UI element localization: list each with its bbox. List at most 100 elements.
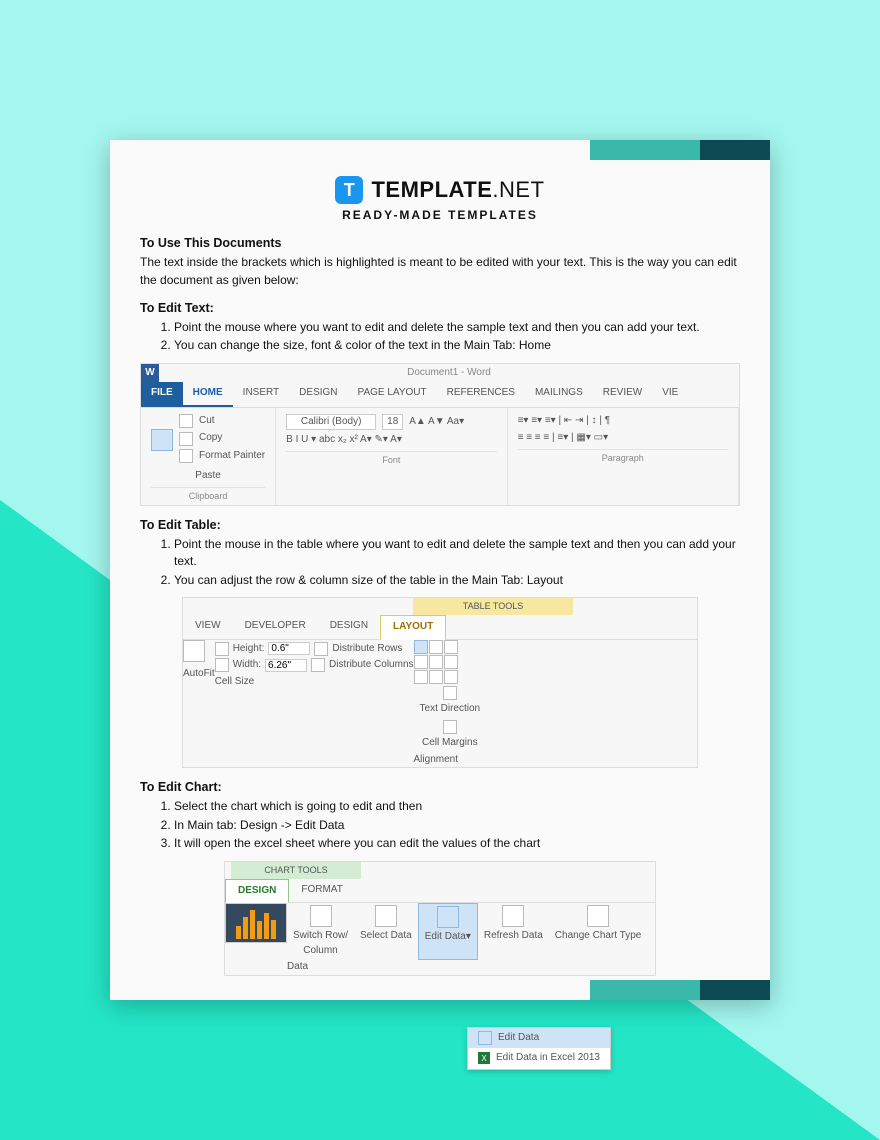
word-app-icon: W	[141, 364, 159, 382]
tab-table-design[interactable]: DESIGN	[318, 615, 380, 639]
autofit-label[interactable]: AutoFit	[183, 667, 215, 682]
list-item: Select the chart which is going to edit …	[174, 798, 740, 815]
align-buttons[interactable]: ≡ ≡ ≡ ≡ | ≡▾ | ▦▾ ▭▾	[518, 431, 728, 446]
switch-row-col-button[interactable]: Switch Row/ Column	[287, 903, 354, 960]
font-caption: Font	[286, 451, 496, 467]
tab-table-layout[interactable]: LAYOUT	[380, 615, 446, 640]
heading-edit-chart: To Edit Chart:	[140, 778, 740, 796]
data-caption: Data	[287, 960, 549, 975]
list-item: You can adjust the row & column size of …	[174, 572, 740, 589]
paste-label[interactable]: Paste	[151, 469, 265, 484]
font-name-select[interactable]: Calibri (Body)	[286, 414, 376, 431]
tab-mailings[interactable]: MAILINGS	[525, 382, 593, 407]
brand-suffix: .NET	[492, 177, 544, 202]
distribute-cols-icon[interactable]	[311, 658, 325, 672]
change-chart-type-button[interactable]: Change Chart Type	[549, 903, 648, 946]
distribute-rows-icon[interactable]	[314, 642, 328, 656]
heading-use: To Use This Documents	[140, 234, 740, 252]
font-group: Calibri (Body) 18 A▲ A▼ Aa▾ B I U ▾ abc …	[276, 408, 507, 505]
distribute-rows-label[interactable]: Distribute Rows	[332, 642, 402, 657]
format-painter-label[interactable]: Format Painter	[199, 449, 265, 464]
cut-label[interactable]: Cut	[199, 414, 215, 429]
brand-header: T TEMPLATE.NET READY-MADE TEMPLATES	[140, 176, 740, 222]
list-item: Point the mouse where you want to edit a…	[174, 319, 740, 336]
clipboard-group: Cut Copy Format Painter Paste Clipboard	[141, 408, 276, 505]
heading-edit-table: To Edit Table:	[140, 516, 740, 534]
paragraph-group: ≡▾ ≡▾ ≡▾ | ⇤ ⇥ | ↕ | ¶ ≡ ≡ ≡ ≡ | ≡▾ | ▦▾…	[508, 408, 739, 505]
cell-margins-button[interactable]: Cell Margins	[414, 718, 487, 753]
tab-home[interactable]: HOME	[183, 382, 233, 407]
chart-type-group: Change Chart Type	[549, 903, 648, 975]
refresh-data-button[interactable]: Refresh Data	[478, 903, 549, 960]
cell-size-group: Height: Distribute Rows Width: Distribut…	[215, 640, 414, 768]
select-data-button[interactable]: Select Data	[354, 903, 418, 960]
width-label: Width:	[233, 658, 261, 673]
alignment-group: Text Direction Cell Margins Alignment	[414, 640, 487, 768]
tab-view[interactable]: VIE	[652, 382, 688, 407]
edit-text-steps: Point the mouse where you want to edit a…	[174, 319, 740, 355]
table-tools-context: TABLE TOOLS	[413, 598, 573, 615]
list-item: It will open the excel sheet where you c…	[174, 835, 740, 852]
chart-tools-context: CHART TOOLS	[231, 862, 361, 879]
autofit-icon[interactable]	[183, 640, 205, 662]
chart-style-thumb[interactable]	[225, 903, 287, 943]
list-buttons[interactable]: ≡▾ ≡▾ ≡▾ | ⇤ ⇥ | ↕ | ¶	[518, 414, 728, 429]
font-style-buttons[interactable]: B I U ▾ abc x₂ x² A▾ ✎▾ A▾	[286, 433, 496, 448]
cut-icon[interactable]	[179, 414, 193, 428]
paste-icon[interactable]	[151, 429, 173, 451]
font-size-select[interactable]: 18	[382, 414, 403, 431]
edit-table-steps: Point the mouse in the table where you w…	[174, 536, 740, 589]
copy-icon[interactable]	[179, 432, 193, 446]
word-home-ribbon: W Document1 - Word FILE HOME INSERT DESI…	[140, 363, 740, 506]
chart-styles-group	[225, 903, 287, 975]
document-page: T TEMPLATE.NET READY-MADE TEMPLATES To U…	[110, 140, 770, 1000]
edit-data-menu: Edit Data XEdit Data in Excel 2013	[467, 1027, 611, 1070]
edit-data-excel-menu-item[interactable]: XEdit Data in Excel 2013	[468, 1048, 610, 1069]
tab-page-layout[interactable]: PAGE LAYOUT	[348, 382, 437, 407]
edit-data-button[interactable]: Edit Data▾	[418, 903, 478, 960]
text-direction-button[interactable]: Text Direction	[414, 684, 487, 719]
excel-icon: X	[478, 1052, 490, 1064]
autofit-group: AutoFit	[183, 640, 215, 768]
tab-view2[interactable]: VIEW	[183, 615, 233, 639]
tab-developer[interactable]: DEVELOPER	[233, 615, 318, 639]
intro-text: The text inside the brackets which is hi…	[140, 254, 740, 289]
format-painter-icon[interactable]	[179, 449, 193, 463]
edit-data-menu-item[interactable]: Edit Data	[468, 1028, 610, 1049]
edit-data-icon	[478, 1031, 492, 1045]
tab-review[interactable]: REVIEW	[593, 382, 652, 407]
col-width-icon	[215, 658, 229, 672]
heading-edit-text: To Edit Text:	[140, 299, 740, 317]
tab-design[interactable]: DESIGN	[289, 382, 347, 407]
tab-file[interactable]: FILE	[141, 382, 183, 407]
tab-insert[interactable]: INSERT	[233, 382, 290, 407]
width-input[interactable]	[265, 659, 307, 672]
brand-name: TEMPLATE	[371, 177, 492, 202]
brand-icon: T	[335, 176, 363, 204]
font-grow-shrink[interactable]: A▲ A▼ Aa▾	[409, 415, 464, 430]
tab-chart-format[interactable]: FORMAT	[289, 879, 354, 903]
cell-size-caption: Cell Size	[215, 675, 414, 690]
bottom-accent	[590, 980, 770, 1000]
tab-references[interactable]: REFERENCES	[437, 382, 525, 407]
alignment-caption: Alignment	[414, 753, 487, 768]
brand-subtitle: READY-MADE TEMPLATES	[140, 208, 740, 222]
height-input[interactable]	[268, 642, 310, 655]
word-chart-ribbon: CHART TOOLS DESIGN FORMAT Switch Row/ Co…	[224, 861, 656, 976]
height-label: Height:	[233, 642, 265, 657]
list-item: You can change the size, font & color of…	[174, 337, 740, 354]
distribute-cols-label[interactable]: Distribute Columns	[329, 658, 413, 673]
tab-chart-design[interactable]: DESIGN	[225, 879, 289, 904]
clipboard-caption: Clipboard	[151, 487, 265, 503]
word-table-ribbon: TABLE TOOLS VIEW DEVELOPER DESIGN LAYOUT…	[182, 597, 698, 768]
row-height-icon	[215, 642, 229, 656]
chart-data-group: Switch Row/ Column Select Data Edit Data…	[287, 903, 549, 975]
top-accent	[590, 140, 770, 160]
window-title: Document1 - Word	[159, 364, 739, 383]
copy-label[interactable]: Copy	[199, 431, 222, 446]
list-item: Point the mouse in the table where you w…	[174, 536, 740, 571]
edit-chart-steps: Select the chart which is going to edit …	[174, 798, 740, 852]
paragraph-caption: Paragraph	[518, 449, 728, 465]
align-cell-icon[interactable]	[414, 640, 428, 654]
list-item: In Main tab: Design -> Edit Data	[174, 817, 740, 834]
